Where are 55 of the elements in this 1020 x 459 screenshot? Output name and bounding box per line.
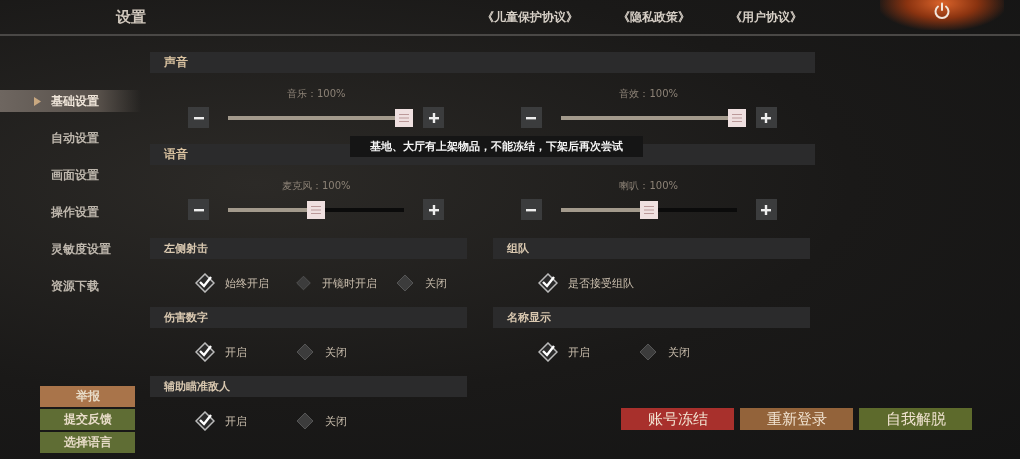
sidebar-item[interactable]: 基础设置 (0, 90, 141, 112)
plus-icon (761, 112, 772, 123)
plus-button[interactable] (423, 199, 445, 220)
option[interactable]: 是否接受组队 (538, 273, 634, 293)
sidebar-button[interactable]: 提交反馈 (40, 409, 135, 430)
arrow-icon (34, 97, 41, 106)
slider-thumb[interactable] (727, 108, 746, 127)
sidebar-item[interactable]: 画面设置 (0, 164, 141, 186)
slider-thumb[interactable] (307, 200, 326, 219)
slider-thumb[interactable] (639, 200, 658, 219)
section-header: 辅助瞄准敌人 (150, 376, 467, 397)
slider-label: 喇叭：100% (619, 179, 679, 193)
option[interactable]: 开镜时开启 (295, 273, 377, 293)
option[interactable]: 开启 (195, 342, 277, 362)
slider-thumb[interactable] (395, 108, 414, 127)
power-icon (933, 2, 951, 20)
agreement-link[interactable]: 《用户协议》 (730, 8, 802, 26)
plus-button[interactable] (755, 107, 777, 128)
slider-label: 麦克风：100% (281, 179, 351, 193)
agreement-link[interactable]: 《隐私政策》 (618, 8, 690, 26)
option[interactable]: 关闭 (295, 342, 377, 362)
slider-label: 音效：100% (619, 87, 679, 101)
section-header: 伤害数字 (150, 307, 467, 328)
option[interactable]: 关闭 (295, 411, 377, 431)
slider-label: 音乐：100% (286, 87, 346, 101)
section-header: 名称显示 (493, 307, 810, 328)
sidebar-item[interactable]: 灵敏度设置 (0, 238, 141, 260)
toast-message: 基地、大厅有上架物品，不能冻结，下架后再次尝试 (350, 136, 643, 157)
option[interactable]: 开启 (538, 342, 620, 362)
option[interactable]: 关闭 (638, 342, 720, 362)
minus-button[interactable] (520, 107, 542, 128)
sidebar-button[interactable]: 选择语言 (40, 432, 135, 453)
minus-button[interactable] (188, 199, 210, 220)
option[interactable]: 开启 (195, 411, 277, 431)
sidebar-item[interactable]: 资源下载 (0, 275, 141, 297)
sidebar-item[interactable]: 操作设置 (0, 201, 141, 223)
plus-button[interactable] (755, 199, 777, 220)
plus-icon (428, 112, 439, 123)
plus-icon (428, 204, 439, 215)
section-header: 组队 (493, 238, 810, 259)
action-button[interactable]: 账号冻结 (621, 408, 734, 430)
minus-button[interactable] (188, 107, 210, 128)
power-button[interactable] (880, 0, 1004, 30)
agreement-link[interactable]: 《儿童保护协议》 (482, 8, 578, 26)
action-button[interactable]: 重新登录 (740, 408, 853, 430)
page-title: 设置 (116, 7, 146, 27)
plus-button[interactable] (423, 107, 445, 128)
option[interactable]: 始终开启 (195, 273, 277, 293)
action-button[interactable]: 自我解脱 (859, 408, 972, 430)
plus-icon (761, 204, 772, 215)
section-header: 左侧射击 (150, 238, 467, 259)
minus-button[interactable] (520, 199, 542, 220)
sidebar-item[interactable]: 自动设置 (0, 127, 141, 149)
section-header: 声音 (150, 52, 815, 73)
option[interactable]: 关闭 (395, 273, 477, 293)
